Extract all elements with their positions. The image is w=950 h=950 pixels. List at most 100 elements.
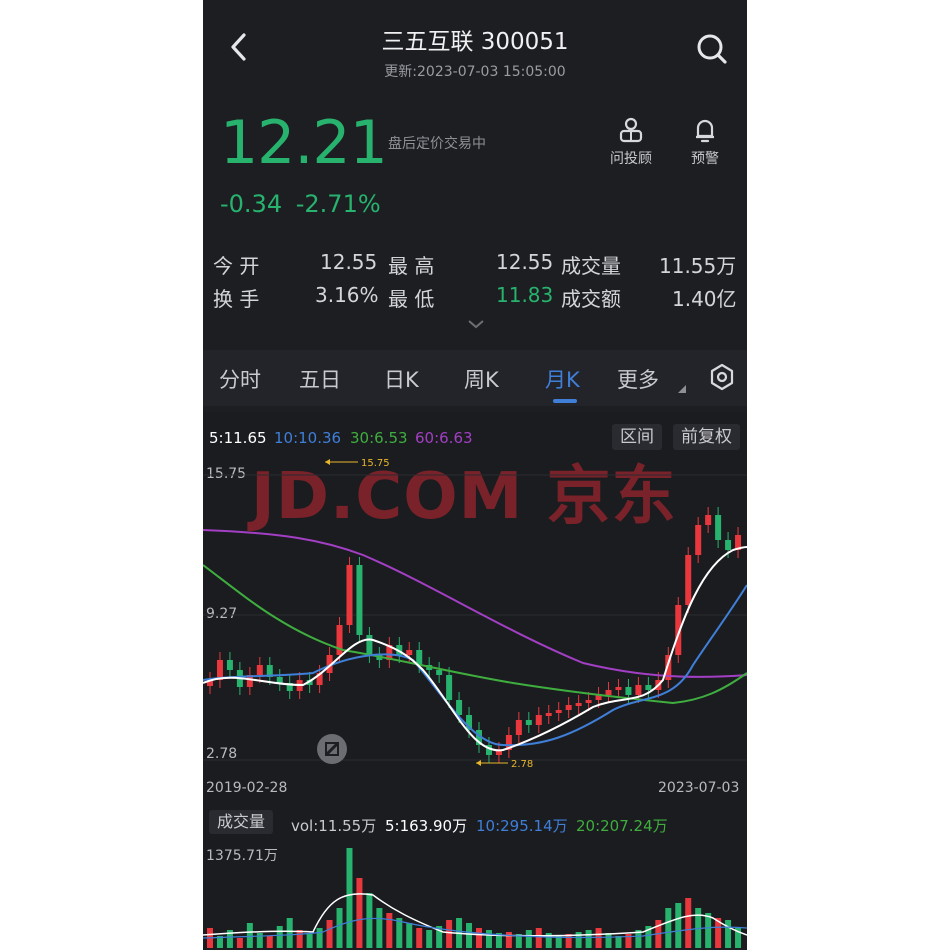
candle-body [645, 685, 652, 690]
tab-intraday[interactable]: 分时 [219, 364, 261, 394]
phone-screen: 三五互联 300051 更新:2023-07-03 15:05:00 12.21… [203, 0, 747, 950]
candle-body [715, 515, 722, 540]
volume-bar [376, 908, 383, 948]
vol-ma10: 10:295.14万 [476, 817, 568, 835]
axis-start-date: 2019-02-28 [206, 780, 288, 796]
volume-bar [256, 933, 263, 948]
volume-bar [615, 936, 622, 948]
volume-bar [426, 930, 433, 948]
expand-chevron-icon[interactable] [465, 316, 487, 330]
volume-bar [366, 893, 373, 948]
candle-body [515, 720, 522, 735]
tab-daily-k[interactable]: 日K [384, 364, 419, 394]
stat-vol-label: 成交量 [561, 254, 621, 278]
candle-body [356, 565, 363, 635]
volume-bar [246, 923, 253, 948]
volume-bar [505, 932, 512, 948]
min-marker-arrow [476, 760, 481, 766]
candle-body [545, 713, 552, 716]
tab-weekly-k[interactable]: 周K [464, 364, 499, 394]
advisor-button[interactable]: 问投顾 [601, 116, 661, 176]
advisor-label: 问投顾 [610, 151, 652, 167]
stat-high-label: 最 高 [388, 254, 435, 278]
candle-body [725, 540, 732, 550]
crosshair-toggle-icon[interactable] [316, 733, 348, 765]
volume-bar [316, 928, 323, 948]
search-icon[interactable] [695, 32, 729, 66]
settings-icon[interactable] [707, 362, 737, 392]
candle-body [276, 677, 283, 683]
active-tab-indicator [553, 399, 577, 403]
volume-bar [416, 928, 423, 948]
stat-amount-label: 成交额 [561, 287, 621, 311]
stat-low: 11.83 [496, 283, 554, 307]
volume-bar [705, 913, 712, 948]
candle-body [635, 685, 642, 695]
stat-vol: 11.55万 [659, 254, 737, 278]
tab-more[interactable]: 更多 [617, 364, 659, 394]
volume-bar [466, 923, 473, 948]
vol-ma20: 20:207.24万 [576, 817, 668, 835]
candle-body [685, 555, 692, 605]
stat-open: 12.55 [320, 250, 378, 274]
volume-chart[interactable] [203, 840, 747, 950]
vol-value: vol:11.55万 [291, 817, 377, 835]
candle-body [416, 650, 423, 665]
stat-open-label: 今 开 [213, 254, 260, 278]
candle-body [346, 565, 353, 625]
volume-selector-label: 成交量 [217, 812, 266, 831]
tab-monthly-k[interactable]: 月K [545, 364, 580, 394]
ma60-line [203, 529, 747, 678]
candle-body [705, 515, 712, 525]
kline-chart[interactable]: 15.75 2.78 [203, 455, 747, 775]
volume-bar [525, 930, 532, 948]
candle-body [256, 665, 263, 675]
min-marker-label: 2.78 [511, 759, 533, 770]
volume-bar [236, 938, 243, 948]
volume-bar [296, 930, 303, 948]
volume-bar [326, 920, 333, 948]
volume-selector[interactable]: 成交量 [209, 810, 274, 834]
volume-bar [446, 920, 453, 948]
candle-body [695, 525, 702, 555]
candle-body [575, 703, 582, 706]
current-price: 12.21 [220, 108, 388, 178]
max-marker-arrow [325, 459, 330, 465]
candle-body [226, 660, 233, 670]
volume-bar [336, 908, 343, 948]
volume-bar [406, 923, 413, 948]
volume-bar [535, 928, 542, 948]
change-value: -0.34 [220, 190, 283, 218]
tab-five-day[interactable]: 五日 [299, 364, 341, 394]
candle-body [446, 675, 453, 700]
volume-bar [476, 928, 482, 948]
max-marker-label: 15.75 [361, 458, 390, 469]
alert-button[interactable]: 预警 [675, 116, 735, 176]
update-time: 更新:2023-07-03 15:05:00 [384, 64, 566, 80]
candle-body [525, 720, 532, 725]
candle-body [366, 635, 373, 655]
bell-icon [675, 116, 735, 148]
candle-body [585, 700, 592, 703]
stat-high: 12.55 [496, 250, 554, 274]
volume-bar [306, 934, 313, 948]
volume-bar [675, 903, 682, 948]
volume-bar [485, 930, 492, 948]
volume-bar [266, 936, 273, 948]
candle-body [436, 670, 443, 675]
stat-amount: 1.40亿 [672, 287, 737, 311]
volume-bar [575, 932, 582, 948]
volume-bar [356, 878, 363, 948]
advisor-icon [601, 116, 661, 148]
candlesticks [207, 507, 742, 763]
ma5-line [203, 546, 747, 752]
adjust-button[interactable]: 前复权 [673, 424, 740, 450]
more-caret-icon [678, 378, 686, 393]
vol-ma5: 5:163.90万 [385, 817, 468, 835]
volume-bar [685, 898, 692, 948]
ma30-line [203, 564, 747, 705]
candle-body [535, 715, 542, 725]
alert-label: 预警 [691, 151, 719, 167]
stat-low-label: 最 低 [388, 287, 435, 311]
volume-bar [725, 920, 732, 948]
